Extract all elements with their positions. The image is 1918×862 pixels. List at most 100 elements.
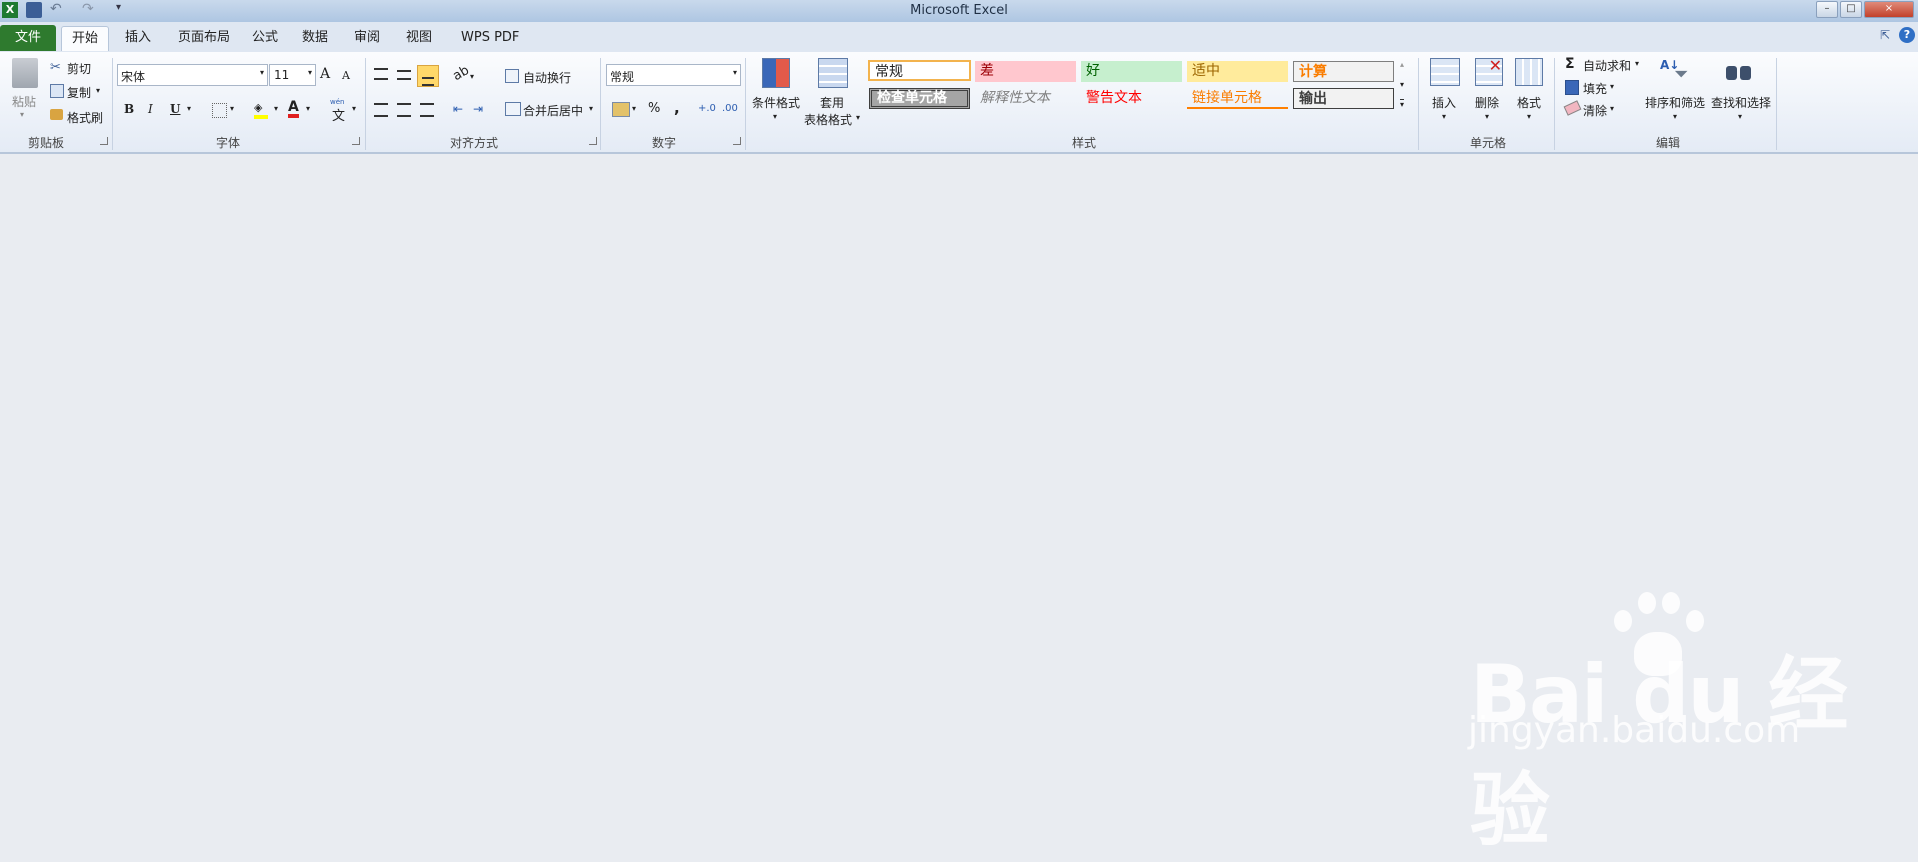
autosum-icon[interactable]: Σ <box>1565 56 1575 72</box>
fill-dropdown-icon[interactable]: ▾ <box>1610 82 1614 91</box>
border-icon[interactable] <box>212 103 227 118</box>
merge-center-icon[interactable] <box>505 102 521 116</box>
bold-button[interactable]: B <box>124 102 134 116</box>
style-check-cell[interactable]: 检查单元格 <box>869 88 970 109</box>
sort-filter-button[interactable]: 排序和筛选 <box>1645 94 1705 111</box>
align-center-icon[interactable] <box>397 103 411 117</box>
align-right-icon[interactable] <box>420 103 434 117</box>
font-color-dropdown-icon[interactable]: ▾ <box>306 104 310 113</box>
font-name-select[interactable]: 宋体 ▾ <box>117 64 268 86</box>
decrease-indent-icon[interactable]: ⇤ <box>453 102 463 116</box>
autosum-button[interactable]: 自动求和 <box>1583 57 1631 74</box>
style-warning[interactable]: 警告文本 <box>1081 88 1182 109</box>
format-dropdown-icon[interactable]: ▾ <box>1527 112 1531 121</box>
increase-indent-icon[interactable]: ⇥ <box>473 102 483 116</box>
styles-scroll-up-icon[interactable]: ▴ <box>1400 60 1404 69</box>
format-as-table-line2[interactable]: 表格格式 <box>804 111 852 128</box>
find-select-icon[interactable] <box>1726 60 1752 82</box>
tab-review[interactable]: 审阅 <box>344 26 390 50</box>
sort-dropdown-icon[interactable]: ▾ <box>1673 112 1677 121</box>
format-as-table-icon[interactable] <box>818 58 848 88</box>
style-neutral[interactable]: 适中 <box>1187 61 1288 82</box>
style-linked-cell[interactable]: 链接单元格 <box>1187 88 1288 109</box>
accounting-format-icon[interactable] <box>612 102 630 117</box>
underline-dropdown-icon[interactable]: ▾ <box>187 104 191 113</box>
border-dropdown-icon[interactable]: ▾ <box>230 104 234 113</box>
find-dropdown-icon[interactable]: ▾ <box>1738 112 1742 121</box>
delete-cells-icon[interactable]: ✕ <box>1475 58 1503 86</box>
tab-wps-pdf[interactable]: WPS PDF <box>451 26 529 50</box>
close-button[interactable]: × <box>1864 1 1914 18</box>
style-output[interactable]: 输出 <box>1293 88 1394 109</box>
format-painter-icon[interactable] <box>50 109 63 120</box>
minimize-button[interactable]: – <box>1816 1 1838 18</box>
number-format-select[interactable]: 常规 ▾ <box>606 64 741 86</box>
conditional-formatting-icon[interactable] <box>762 58 790 88</box>
ribbon-minimize-icon[interactable]: ⇱ <box>1880 28 1890 42</box>
format-as-table-line1[interactable]: 套用 <box>820 94 844 111</box>
styles-more-icon[interactable]: ▾ <box>1400 99 1405 109</box>
alignment-dialog-launcher[interactable] <box>589 137 597 145</box>
autosum-dropdown-icon[interactable]: ▾ <box>1635 59 1639 68</box>
paste-dropdown-icon[interactable]: ▾ <box>20 110 24 119</box>
conditional-formatting-button[interactable]: 条件格式 <box>752 94 800 111</box>
format-cells-icon[interactable] <box>1515 58 1543 86</box>
font-size-select[interactable]: 11 ▾ <box>269 64 316 86</box>
shrink-font-button[interactable]: A <box>342 69 350 82</box>
merge-center-button[interactable]: 合并后居中 <box>523 102 583 119</box>
fill-icon[interactable] <box>1565 80 1579 95</box>
cut-button[interactable]: 剪切 <box>67 60 91 77</box>
insert-cells-button[interactable]: 插入 <box>1432 94 1456 111</box>
wrap-text-icon[interactable] <box>505 69 519 83</box>
format-painter-button[interactable]: 格式刷 <box>67 109 103 126</box>
clear-dropdown-icon[interactable]: ▾ <box>1610 104 1614 113</box>
tab-home[interactable]: 开始 <box>61 26 110 51</box>
insert-dropdown-icon[interactable]: ▾ <box>1442 112 1446 121</box>
format-cells-button[interactable]: 格式 <box>1517 94 1541 111</box>
increase-decimal-button[interactable]: +.0 <box>698 103 716 114</box>
style-bad[interactable]: 差 <box>975 61 1076 82</box>
clipboard-dialog-launcher[interactable] <box>100 137 108 145</box>
tab-formulas[interactable]: 公式 <box>242 26 288 50</box>
tab-data[interactable]: 数据 <box>292 26 338 50</box>
insert-cells-icon[interactable] <box>1430 58 1460 86</box>
phonetic-guide-icon[interactable]: wén 文 <box>330 98 350 124</box>
number-dialog-launcher[interactable] <box>733 137 741 145</box>
align-bottom-icon[interactable] <box>417 65 439 87</box>
font-dialog-launcher[interactable] <box>352 137 360 145</box>
italic-button[interactable]: I <box>148 102 153 116</box>
font-color-icon[interactable]: A <box>288 100 299 118</box>
style-normal[interactable]: 常规 <box>868 60 971 81</box>
grow-font-button[interactable]: A <box>320 66 330 82</box>
percent-button[interactable]: % <box>648 101 660 116</box>
align-middle-icon[interactable] <box>397 70 411 80</box>
tab-page-layout[interactable]: 页面布局 <box>168 26 240 50</box>
paste-icon[interactable] <box>12 58 38 88</box>
cut-icon[interactable]: ✂ <box>50 60 61 75</box>
comma-button[interactable]: , <box>674 99 680 117</box>
tab-insert[interactable]: 插入 <box>115 26 161 50</box>
style-good[interactable]: 好 <box>1081 61 1182 82</box>
format-table-dropdown-icon[interactable]: ▾ <box>856 113 860 122</box>
fill-button[interactable]: 填充 <box>1583 80 1607 97</box>
phonetic-dropdown-icon[interactable]: ▾ <box>352 104 356 113</box>
align-left-icon[interactable] <box>374 103 388 117</box>
orientation-dropdown-icon[interactable]: ▾ <box>470 72 474 81</box>
delete-cells-button[interactable]: 删除 <box>1475 94 1499 111</box>
tab-view[interactable]: 视图 <box>396 26 442 50</box>
align-top-icon[interactable] <box>374 68 388 80</box>
delete-dropdown-icon[interactable]: ▾ <box>1485 112 1489 121</box>
fill-color-dropdown-icon[interactable]: ▾ <box>274 104 278 113</box>
copy-icon[interactable] <box>50 84 64 98</box>
fill-color-icon[interactable]: ◈ <box>254 101 268 119</box>
wrap-text-button[interactable]: 自动换行 <box>523 69 571 86</box>
underline-button[interactable]: U <box>170 102 180 116</box>
style-calculation[interactable]: 计算 <box>1293 61 1394 82</box>
copy-button[interactable]: 复制 <box>67 84 91 101</box>
style-explanatory[interactable]: 解释性文本 <box>975 88 1076 109</box>
restore-button[interactable]: □ <box>1840 1 1862 18</box>
conditional-dropdown-icon[interactable]: ▾ <box>773 112 777 121</box>
paste-button-label[interactable]: 粘贴 <box>12 93 36 110</box>
copy-dropdown-icon[interactable]: ▾ <box>96 86 100 95</box>
tab-file[interactable]: 文件 <box>0 25 56 51</box>
